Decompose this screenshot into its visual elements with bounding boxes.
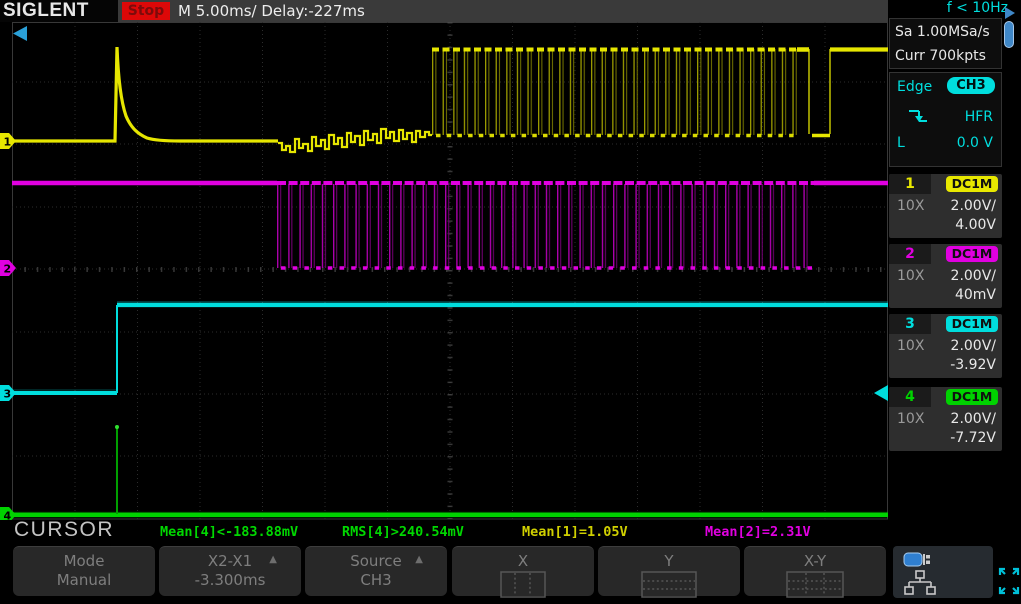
channel2-number: 2 <box>889 244 931 264</box>
xy-cursors-icon <box>786 571 844 598</box>
measurement-mean-ch2: Mean[2]=2.31V <box>705 524 811 540</box>
timebase-value: M 5.00ms/ <box>178 2 257 20</box>
trigger-frequency-readout: f < 10Hz <box>946 0 1008 16</box>
trigger-source-badge[interactable]: CH3 <box>947 77 995 94</box>
x-cursors-icon <box>500 571 546 598</box>
peripheral-status-panel <box>893 546 993 598</box>
channel1-probe: 10X <box>897 198 925 214</box>
top-status-bar: SIGLENT Stop M 5.00ms/ Delay:-227ms <box>0 0 888 22</box>
svg-text:4: 4 <box>4 510 12 521</box>
ch3-ground-marker[interactable]: 3 <box>0 385 16 401</box>
ch2-ground-marker[interactable]: 2 <box>0 260 16 276</box>
channel3-scale: 2.00V/ <box>950 338 996 354</box>
trigger-level-label: L <box>897 135 905 151</box>
panel-scrollbar[interactable] <box>1004 21 1014 48</box>
channel1-number: 1 <box>889 174 931 194</box>
channel1-offset: 4.00V <box>955 217 996 233</box>
channel3-probe: 10X <box>897 338 925 354</box>
trigger-level-marker[interactable] <box>874 385 888 401</box>
waveform-display[interactable]: 1 2 3 4 <box>0 22 888 520</box>
trigger-level-value: 0.0 V <box>956 135 993 151</box>
channel4-probe: 10X <box>897 411 925 427</box>
delay-value: Delay:-227ms <box>261 2 365 20</box>
expand-screen-icon[interactable] <box>997 566 1021 596</box>
channel4-number: 4 <box>889 387 931 407</box>
svg-text:3: 3 <box>4 388 12 401</box>
channel2-descriptor[interactable]: 2 DC1M 10X 2.00V/ 40mV <box>889 244 1002 308</box>
trigger-type-label: Edge <box>897 79 933 95</box>
ch1-ground-marker[interactable]: 1 <box>0 133 16 149</box>
menu-button-cursor-y[interactable]: Y <box>598 546 740 598</box>
trigger-position-marker[interactable] <box>13 26 27 41</box>
menu-button-source[interactable]: Source ▲ CH3 <box>305 546 447 596</box>
timebase-readout: M 5.00ms/ Delay:-227ms <box>178 2 365 21</box>
channel2-scale: 2.00V/ <box>950 268 996 284</box>
memory-depth: Curr 700kpts <box>895 48 986 64</box>
channel2-offset: 40mV <box>954 287 996 303</box>
menu-button-x2x1[interactable]: X2-X1 ▲ -3.300ms <box>159 546 301 596</box>
channel4-scale: 2.00V/ <box>950 411 996 427</box>
channel2-probe: 10X <box>897 268 925 284</box>
up-arrow-icon: ▲ <box>269 554 277 565</box>
trigger-info-box[interactable]: Edge CH3 HFR L 0.0 V <box>889 72 1002 167</box>
channel2-coupling-badge: DC1M <box>946 246 998 262</box>
channel3-descriptor[interactable]: 3 DC1M 10X 2.00V/ -3.92V <box>889 314 1002 378</box>
measurement-mean-ch4: Mean[4]<-183.88mV <box>160 524 299 540</box>
ch1-trace <box>12 46 888 154</box>
channel4-descriptor[interactable]: 4 DC1M 10X 2.00V/ -7.72V <box>889 387 1002 451</box>
falling-edge-icon <box>909 110 927 122</box>
menu-button-mode[interactable]: Mode Manual <box>13 546 155 596</box>
ch2-trace <box>12 180 888 270</box>
channel3-number: 3 <box>889 314 931 334</box>
svg-text:1: 1 <box>4 136 12 149</box>
channel4-coupling-badge: DC1M <box>946 389 998 405</box>
channel3-offset: -3.92V <box>950 357 996 373</box>
trigger-coupling: HFR <box>964 109 993 125</box>
svg-text:2: 2 <box>4 263 12 276</box>
acquisition-status-badge[interactable]: Stop <box>122 2 170 20</box>
channel1-coupling-badge: DC1M <box>946 176 998 192</box>
menu-button-cursor-xy[interactable]: X-Y <box>744 546 886 598</box>
y-cursors-icon <box>641 571 697 598</box>
channel4-offset: -7.72V <box>950 430 996 446</box>
panel-scroll-arrow-icon[interactable] <box>1005 7 1015 19</box>
channel1-descriptor[interactable]: 1 DC1M 10X 2.00V/ 4.00V <box>889 174 1002 238</box>
menu-button-cursor-x[interactable]: X <box>452 546 594 598</box>
sample-rate: Sa 1.00MSa/s <box>895 24 990 40</box>
brand-logo: SIGLENT <box>0 0 118 22</box>
acquisition-info-box: Sa 1.00MSa/s Curr 700kpts <box>889 18 1002 69</box>
page-title: CURSOR <box>14 518 115 541</box>
usb-device-icon <box>903 552 930 567</box>
up-arrow-icon: ▲ <box>415 554 423 565</box>
channel3-coupling-badge: DC1M <box>946 316 998 332</box>
lan-network-icon <box>904 570 936 595</box>
measurement-rms-ch4: RMS[4]>240.54mV <box>342 524 464 540</box>
measurement-mean-ch1: Mean[1]=1.05V <box>522 524 628 540</box>
ch3-trace <box>12 301 888 395</box>
channel1-scale: 2.00V/ <box>950 198 996 214</box>
